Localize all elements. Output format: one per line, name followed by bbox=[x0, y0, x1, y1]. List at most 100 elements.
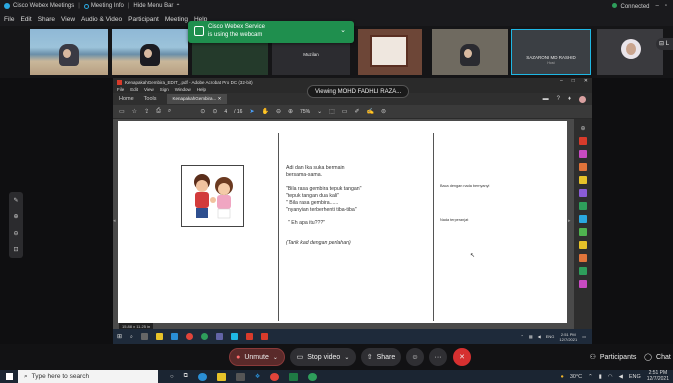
taskbar-search[interactable]: ⌕ Type here to search bbox=[18, 370, 158, 383]
organize-icon[interactable] bbox=[579, 202, 587, 210]
bell-icon[interactable]: ♦ bbox=[568, 96, 571, 103]
webcam-notification-toast[interactable]: Cisco Webex Service is using the webcam … bbox=[188, 21, 354, 43]
weather-icon[interactable]: ● bbox=[561, 374, 564, 380]
acro-menu-edit[interactable]: Edit bbox=[130, 87, 138, 92]
menu-edit[interactable]: Edit bbox=[20, 16, 31, 23]
tab-home[interactable]: Home bbox=[119, 96, 134, 102]
minimize-icon[interactable]: – bbox=[560, 78, 563, 84]
zoom-out-icon[interactable]: ⊖ bbox=[13, 230, 18, 237]
viewing-share-label[interactable]: Viewing MOHD FADHLI RAZA... bbox=[307, 85, 410, 98]
highlight-icon[interactable]: ✐ bbox=[354, 108, 359, 115]
star-icon[interactable]: ☆ bbox=[132, 108, 137, 115]
chevron-up-icon[interactable]: ⌃ bbox=[521, 334, 524, 339]
edge-icon[interactable] bbox=[170, 333, 178, 340]
tab-tools[interactable]: Tools bbox=[144, 96, 157, 102]
acro-menu-view[interactable]: View bbox=[144, 87, 154, 92]
export-pdf-icon[interactable] bbox=[579, 137, 587, 145]
protect-icon[interactable] bbox=[579, 228, 587, 236]
language-indicator[interactable]: ENG bbox=[546, 334, 555, 339]
chevron-down-icon[interactable]: ⌄ bbox=[317, 108, 322, 115]
acro-menu-sign[interactable]: Sign bbox=[160, 87, 169, 92]
chevron-down-icon[interactable]: ⌄ bbox=[273, 354, 278, 361]
scroll-right-icon[interactable]: ▸ bbox=[568, 218, 571, 224]
hand-icon[interactable]: ✋ bbox=[262, 108, 269, 115]
participant-tile-6[interactable] bbox=[432, 29, 508, 75]
menu-view[interactable]: View bbox=[61, 16, 75, 23]
fit-icon[interactable]: ⊡ bbox=[13, 246, 18, 253]
taskbar-clock[interactable]: 2:51 PM 12/7/2021 bbox=[647, 370, 669, 382]
chevron-up-icon[interactable]: ⌃ bbox=[588, 374, 593, 380]
menu-participant[interactable]: Participant bbox=[128, 16, 159, 23]
marquee-icon[interactable]: ⬚ bbox=[329, 108, 335, 115]
notification-icon[interactable]: ▭ bbox=[582, 334, 586, 339]
zoom-icon[interactable]: ⊕ bbox=[580, 125, 585, 132]
scroll-left-icon[interactable]: ◂ bbox=[113, 218, 116, 224]
app-icon-2[interactable] bbox=[245, 333, 253, 340]
chat-button[interactable]: ◯ Chat bbox=[642, 348, 673, 366]
edit-pdf-icon[interactable] bbox=[579, 163, 587, 171]
participant-tile-5[interactable] bbox=[358, 29, 422, 75]
dropbox-icon[interactable]: ❖ bbox=[255, 373, 260, 380]
app-icon[interactable] bbox=[230, 333, 238, 340]
store-icon[interactable] bbox=[235, 372, 245, 381]
participant-tile-1[interactable] bbox=[30, 29, 108, 75]
comment-icon[interactable]: ▭ bbox=[342, 108, 348, 115]
maximize-icon[interactable]: □ bbox=[572, 78, 575, 84]
more-tools-icon[interactable] bbox=[579, 280, 587, 288]
windows-start-button[interactable] bbox=[0, 370, 18, 383]
upload-icon[interactable]: ⇪ bbox=[144, 108, 149, 115]
wifi-icon[interactable]: ◠ bbox=[608, 374, 613, 380]
minimize-icon[interactable]: – bbox=[656, 3, 659, 9]
next-page-icon[interactable]: ⊙ bbox=[212, 108, 217, 115]
select-cursor-icon[interactable]: ➤ bbox=[249, 108, 254, 115]
menu-meeting[interactable]: Meeting bbox=[165, 16, 188, 23]
edge-icon[interactable] bbox=[197, 372, 207, 381]
network-icon[interactable]: ▦ bbox=[529, 334, 533, 339]
hide-menu-bar-link[interactable]: Hide Menu Bar bbox=[133, 3, 173, 9]
participant-tile-2[interactable] bbox=[112, 29, 188, 75]
reactions-button[interactable]: ☺ bbox=[406, 348, 424, 366]
request-sign-icon[interactable] bbox=[579, 241, 587, 249]
task-view-icon[interactable] bbox=[140, 333, 148, 340]
windows-start-icon[interactable]: ⊞ bbox=[117, 333, 122, 340]
participant-tile-host[interactable]: SAZARONI MD RASHID Host bbox=[511, 29, 591, 75]
stop-video-button[interactable]: ▭ Stop video ⌄ bbox=[290, 348, 356, 366]
comment-tool-icon[interactable] bbox=[579, 176, 587, 184]
weather-temp[interactable]: 30°C bbox=[570, 374, 582, 380]
annotate-icon[interactable]: ✎ bbox=[13, 197, 18, 204]
unmute-button[interactable]: ● Unmute ⌄ bbox=[229, 348, 285, 366]
share-button[interactable]: ⇧ Share bbox=[361, 348, 401, 366]
chevron-down-icon[interactable]: ⌄ bbox=[340, 27, 346, 35]
battery-icon[interactable]: ▮ bbox=[599, 374, 602, 380]
search-icon[interactable]: ⌕ bbox=[168, 108, 171, 115]
participants-button[interactable]: ⚇ Participants bbox=[588, 348, 638, 366]
search-icon[interactable]: ⌕ bbox=[130, 334, 133, 340]
chat-bubble-icon[interactable]: ▬ bbox=[543, 96, 549, 103]
file-explorer-icon[interactable] bbox=[216, 372, 226, 381]
scan-icon[interactable] bbox=[579, 254, 587, 262]
volume-icon[interactable]: ◀ bbox=[619, 374, 623, 380]
avatar[interactable] bbox=[579, 95, 586, 103]
more-options-button[interactable]: ··· bbox=[429, 348, 447, 366]
excel-icon[interactable] bbox=[289, 372, 299, 381]
language-indicator[interactable]: ENG bbox=[629, 374, 641, 380]
fill-sign-icon[interactable] bbox=[579, 215, 587, 223]
create-pdf-icon[interactable] bbox=[579, 150, 587, 158]
participant-tile-8[interactable] bbox=[597, 29, 663, 75]
zoom-in-icon[interactable]: ⊕ bbox=[288, 108, 293, 115]
zoom-in-icon[interactable]: ⊕ bbox=[13, 213, 18, 220]
meeting-info-link[interactable]: Meeting Info bbox=[91, 3, 124, 9]
stamp-icon[interactable]: ⊜ bbox=[381, 108, 386, 115]
chrome-icon[interactable] bbox=[270, 372, 280, 381]
save-icon[interactable]: ▭ bbox=[119, 108, 125, 115]
maximize-icon[interactable]: ▫ bbox=[665, 3, 667, 9]
volume-icon[interactable]: ◀ bbox=[538, 334, 541, 339]
task-view-icon[interactable]: ⧉ bbox=[184, 373, 188, 380]
layout-button[interactable]: ⊟ L bbox=[656, 38, 673, 50]
teams-icon[interactable] bbox=[215, 333, 223, 340]
page-number-field[interactable]: 4 bbox=[224, 109, 227, 115]
print-production-icon[interactable] bbox=[579, 267, 587, 275]
print-icon[interactable]: ⎙ bbox=[156, 108, 161, 115]
close-icon[interactable]: ✕ bbox=[218, 96, 222, 101]
tab-document[interactable]: KenapakahGembira... ✕ bbox=[166, 94, 228, 104]
